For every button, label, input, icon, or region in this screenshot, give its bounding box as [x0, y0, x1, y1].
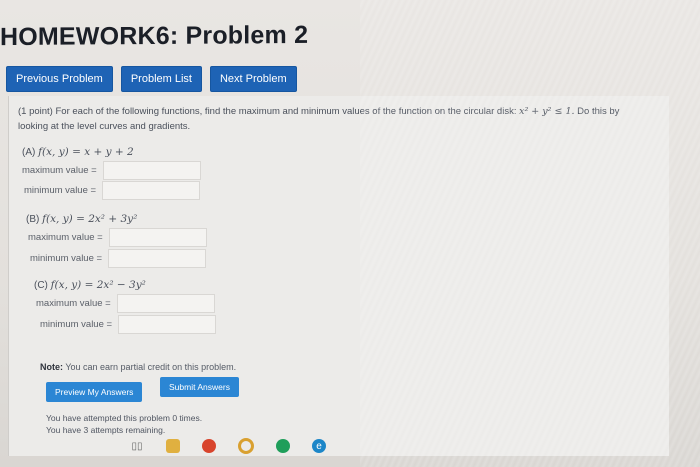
part-a-function: f(x, y) = x + y + 2: [38, 146, 134, 158]
part-b-max-row: maximum value =: [28, 228, 207, 247]
part-c-min-input[interactable]: [118, 315, 217, 334]
app-green-icon[interactable]: [276, 439, 290, 453]
task-view-icon[interactable]: ▯▯: [130, 439, 144, 453]
part-c-label: (C): [34, 280, 48, 291]
previous-problem-button[interactable]: Previous Problem: [6, 66, 113, 92]
part-a-min-label: minimum value =: [24, 185, 97, 196]
part-c-max-row: maximum value =: [36, 294, 215, 313]
problem-nav: Previous Problem Problem List Next Probl…: [6, 66, 297, 92]
part-c-min-label: minimum value =: [40, 319, 113, 330]
part-a-max-label: maximum value =: [22, 165, 97, 176]
part-c-min-row: minimum value =: [40, 315, 217, 334]
preview-answers-button[interactable]: Preview My Answers: [46, 382, 143, 402]
edge-icon[interactable]: e: [312, 439, 326, 453]
attempts-info: You have attempted this problem 0 times.…: [46, 412, 202, 436]
folder-icon[interactable]: [166, 439, 180, 453]
next-problem-button[interactable]: Next Problem: [209, 66, 297, 92]
disk-expression: x² + y² ≤ 1.: [519, 106, 575, 117]
part-b-function: f(x, y) = 2x² + 3y²: [42, 213, 138, 225]
part-b-max-input[interactable]: [108, 228, 207, 247]
office-icon[interactable]: [202, 439, 216, 453]
page-title: HOMEWORK6: Problem 2: [0, 20, 309, 52]
part-b-max-label: maximum value =: [28, 232, 103, 243]
part-c-function: f(x, y) = 2x² − 3y²: [50, 279, 146, 291]
part-c-heading: (C) f(x, y) = 2x² − 3y²: [34, 279, 146, 291]
problem-intro-text-2: Do this by: [577, 106, 620, 117]
chrome-icon[interactable]: [238, 438, 254, 454]
part-a-max-row: maximum value =: [22, 161, 201, 180]
screen: HOMEWORK6: Problem 2 Previous Problem Pr…: [0, 0, 700, 467]
part-a-label: (A): [22, 147, 36, 158]
note-text: You can earn partial credit on this prob…: [65, 362, 237, 372]
part-b-min-input[interactable]: [108, 249, 207, 268]
part-b-min-label: minimum value =: [30, 253, 103, 264]
note-label: Note:: [40, 362, 63, 372]
problem-statement: (1 point) For each of the following func…: [18, 104, 658, 134]
problem-list-button[interactable]: Problem List: [120, 66, 202, 92]
part-b-min-row: minimum value =: [30, 249, 207, 268]
attempts-count: You have attempted this problem 0 times.: [46, 413, 203, 423]
problem-intro-text: (1 point) For each of the following func…: [18, 106, 517, 117]
taskbar: ▯▯ e: [130, 438, 326, 454]
part-a-min-row: minimum value =: [24, 181, 201, 200]
partial-credit-note: Note: You can earn partial credit on thi…: [40, 362, 236, 372]
problem-intro-text-3: looking at the level curves and gradient…: [18, 121, 191, 132]
part-a-heading: (A) f(x, y) = x + y + 2: [22, 146, 134, 158]
part-b-heading: (B) f(x, y) = 2x² + 3y²: [26, 213, 137, 225]
submit-answers-button[interactable]: Submit Answers: [160, 377, 239, 397]
part-b-label: (B): [26, 214, 40, 225]
attempts-remaining: You have 3 attempts remaining.: [46, 425, 166, 435]
part-c-max-input[interactable]: [116, 294, 215, 313]
part-a-max-input[interactable]: [102, 161, 201, 180]
part-a-min-input[interactable]: [102, 181, 201, 200]
part-c-max-label: maximum value =: [36, 298, 111, 309]
